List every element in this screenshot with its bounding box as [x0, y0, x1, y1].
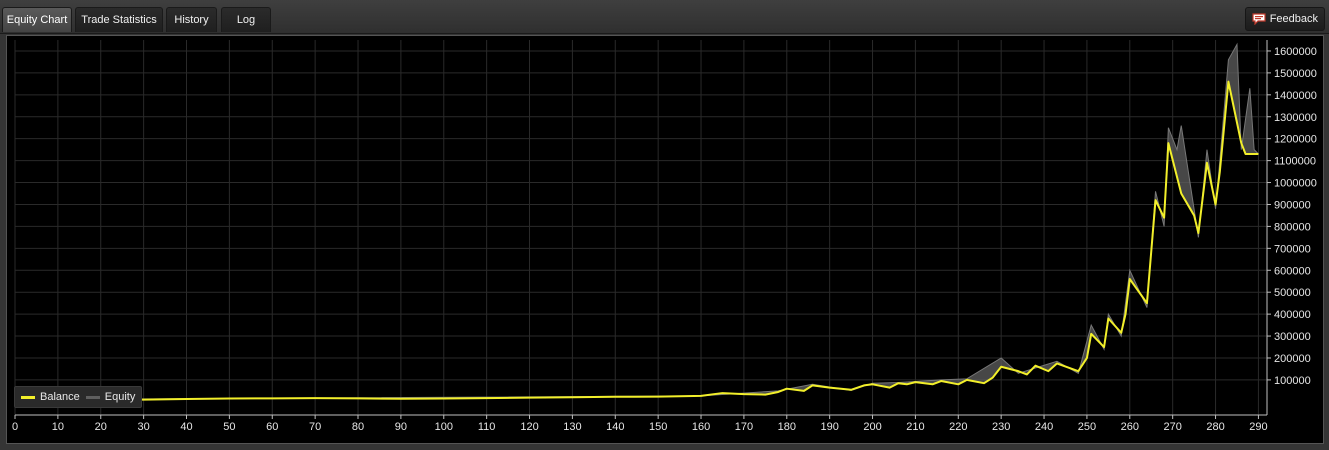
- x-tick-label: 110: [478, 421, 496, 433]
- x-tick-label: 30: [138, 421, 150, 433]
- x-tick-label: 20: [95, 421, 107, 433]
- tab-trade-statistics[interactable]: Trade Statistics: [75, 7, 163, 32]
- x-tick-label: 120: [520, 421, 538, 433]
- y-tick-label: 300000: [1274, 331, 1311, 343]
- legend-label-balance: Balance: [40, 391, 80, 403]
- y-tick-label: 100000: [1274, 375, 1311, 387]
- x-tick-label: 70: [309, 421, 321, 433]
- x-tick-label: 240: [1035, 421, 1053, 433]
- speech-bubble-icon: [1252, 13, 1266, 25]
- y-tick-label: 1500000: [1274, 68, 1317, 80]
- feedback-label: Feedback: [1269, 13, 1318, 25]
- legend-swatch-equity: [85, 395, 100, 399]
- x-tick-label: 140: [606, 421, 624, 433]
- x-tick-label: 60: [266, 421, 278, 433]
- equity-chart-svg: 0 10 20 30 40 50 60 70 80 90 100 110 120 130 140 150 160…: [12, 40, 1317, 433]
- tab-equity-chart[interactable]: Equity Chart: [2, 7, 72, 32]
- legend-item-equity: Equity: [85, 391, 136, 403]
- feedback-button[interactable]: Feedback: [1244, 7, 1325, 31]
- series-equity-line: [14, 42, 1259, 401]
- strategy-report-window: Equity Chart Trade Statistics History Lo…: [0, 0, 1329, 450]
- x-tick-label: 210: [906, 421, 924, 433]
- x-tick-label: 230: [992, 421, 1010, 433]
- tab-history[interactable]: History: [166, 7, 217, 32]
- x-tick-label: 130: [563, 421, 581, 433]
- y-tick-label: 200000: [1274, 353, 1311, 365]
- x-tick-label: 40: [180, 421, 192, 433]
- y-tick-label: 600000: [1274, 265, 1311, 277]
- x-tick-label: 190: [820, 421, 838, 433]
- tab-bar: Equity Chart Trade Statistics History Lo…: [0, 0, 1329, 34]
- y-tick-label: 500000: [1274, 287, 1311, 299]
- series-equity-area: [15, 44, 1259, 400]
- x-tick-label: 80: [352, 421, 364, 433]
- legend-swatch-balance: [21, 395, 35, 399]
- y-tick-label: 1000000: [1274, 178, 1317, 190]
- x-tick-label: 270: [1163, 421, 1181, 433]
- x-tick-label: 180: [778, 421, 796, 433]
- y-tick-label: 1100000: [1274, 156, 1316, 168]
- x-tick-label: 150: [649, 421, 667, 433]
- x-tick-label: 280: [1206, 421, 1224, 433]
- y-tick-label: 1200000: [1274, 134, 1317, 146]
- y-tick-label: 1300000: [1274, 112, 1317, 124]
- x-tick-label: 250: [1078, 421, 1096, 433]
- legend-item-balance: Balance: [21, 391, 80, 403]
- y-tick-label: 400000: [1274, 309, 1311, 321]
- x-tick-label: 50: [223, 421, 235, 433]
- x-tick-label: 220: [949, 421, 967, 433]
- y-tick-label: 900000: [1274, 199, 1311, 211]
- x-tick-label: 170: [735, 421, 753, 433]
- chart-legend: Balance Equity: [14, 386, 143, 408]
- x-tick-label: 290: [1249, 421, 1267, 433]
- x-tick-label: 100: [435, 421, 453, 433]
- x-tick-label: 90: [395, 421, 407, 433]
- tab-log[interactable]: Log: [221, 7, 271, 32]
- x-tick-label: 10: [52, 421, 64, 433]
- equity-chart: 0 10 20 30 40 50 60 70 80 90 100 110 120 130 140 150 160…: [6, 35, 1324, 444]
- legend-label-equity: Equity: [104, 391, 136, 403]
- y-tick-label: 1600000: [1274, 46, 1317, 58]
- series-balance-line: [15, 80, 1259, 401]
- x-tick-label: 260: [1121, 421, 1139, 433]
- y-tick-label: 700000: [1274, 243, 1311, 255]
- y-tick-label: 1400000: [1274, 90, 1317, 102]
- x-tick-label: 160: [692, 421, 710, 433]
- x-tick-label: 0: [12, 421, 18, 433]
- x-tick-label: 200: [863, 421, 881, 433]
- y-tick-label: 800000: [1274, 221, 1311, 233]
